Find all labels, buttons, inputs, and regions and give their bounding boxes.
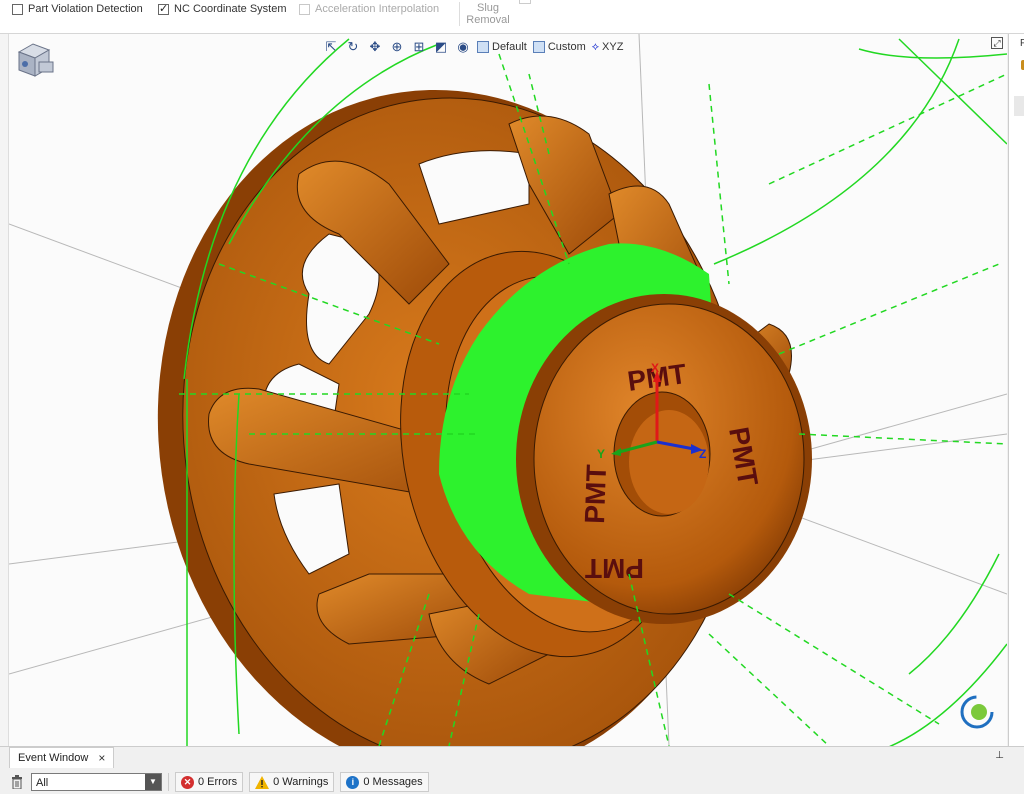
part-center-bore-inner [629,410,709,514]
ribbon-bar: Part Violation Detection NC Coordinate S… [0,0,1024,34]
custom-view-icon [532,41,545,53]
event-filter-value: All [36,777,49,789]
info-icon: i [346,775,360,789]
axis-x-label: X [651,361,659,375]
left-panel-edge[interactable] [0,34,9,746]
view-cube-icon[interactable] [17,43,54,77]
engraving-bottom: PMT [585,553,644,584]
chevron-down-icon[interactable]: ▼ [145,774,161,790]
messages-label: 0 Messages [363,776,423,788]
checkbox-label: Part Violation Detection [28,3,143,15]
checkbox-box[interactable] [158,2,169,15]
viewport-toolbar: ⇱ ↻ ✥ ⊕ ⊞ ◩ ◉ Default Custom ⟡ XYZ [323,37,624,57]
select-icon[interactable]: ⇱ [323,39,339,55]
axis-z-label: Z [699,447,706,461]
tab-label: Event Window [18,752,89,764]
warnings-label: 0 Warnings [273,776,329,788]
default-view-icon [477,41,489,53]
eye-icon[interactable]: ◉ [455,39,471,55]
rotate-icon[interactable]: ↻ [345,39,361,55]
error-icon: ✕ [181,775,194,789]
warnings-filter-button[interactable]: 0 Warnings [249,772,335,792]
panel-title-fragment: P [1020,38,1024,49]
pan-icon[interactable]: ✥ [367,39,383,55]
checkbox-label: NC Coordinate System [174,3,287,15]
axis-y-label: Y [597,447,605,461]
view-xyz-button[interactable]: ⟡ XYZ [592,41,624,54]
nc-coordinate-system-checkbox[interactable]: NC Coordinate System [158,2,287,15]
3d-viewport[interactable]: PMT PMT PMT PMT X Y Z [9,34,1007,746]
view-default-button[interactable]: Default [477,41,527,53]
panel-row [1014,96,1024,116]
ribbon-group-marker [519,0,531,4]
event-window-tabs: Event Window × [9,747,115,768]
triad-icon: ⟡ [591,40,600,53]
checkbox-box[interactable] [299,3,310,15]
simulation-scene[interactable]: PMT PMT PMT PMT X Y Z [9,34,1007,746]
event-filter-row: All ▼ ✕ 0 Errors 0 Warnings i 0 Messages [9,771,429,793]
warning-icon [255,775,270,789]
part-violation-detection-checkbox[interactable]: Part Violation Detection [12,3,143,15]
event-window: Event Window × ⊥ All ▼ ✕ 0 Errors 0 Warn… [0,746,1024,794]
pin-icon[interactable]: ⊥ [995,750,1004,761]
checkbox-box[interactable] [12,3,23,15]
engraving-left: PMT [579,464,612,524]
close-icon[interactable]: × [98,751,105,765]
view-cube-small-icon[interactable]: ◩ [433,39,449,55]
zoom-icon[interactable]: ⊕ [389,39,405,55]
slug-removal-button[interactable]: Slug Removal [459,2,516,26]
slug-label-line1: Slug [476,2,500,14]
acceleration-interpolation-checkbox[interactable]: Acceleration Interpolation [299,3,439,15]
app-logo-icon [960,695,994,729]
messages-filter-button[interactable]: i 0 Messages [340,772,429,792]
slug-label-line2: Removal [466,14,510,26]
view-default-label: Default [492,41,527,53]
divider [168,773,169,791]
errors-label: 0 Errors [198,776,238,788]
properties-panel-edge[interactable]: P [1008,34,1024,746]
checkbox-label: Acceleration Interpolation [315,3,440,15]
errors-filter-button[interactable]: ✕ 0 Errors [175,772,244,792]
zoom-window-icon[interactable]: ⊞ [411,39,427,55]
tab-event-window[interactable]: Event Window × [9,747,115,768]
view-custom-label: Custom [547,41,586,53]
view-xyz-label: XYZ [602,41,624,53]
maximize-viewport-icon[interactable]: ⤢ [991,37,1003,49]
trash-icon[interactable] [9,774,25,790]
event-filter-select[interactable]: All ▼ [31,773,162,791]
view-custom-button[interactable]: Custom [532,41,586,53]
